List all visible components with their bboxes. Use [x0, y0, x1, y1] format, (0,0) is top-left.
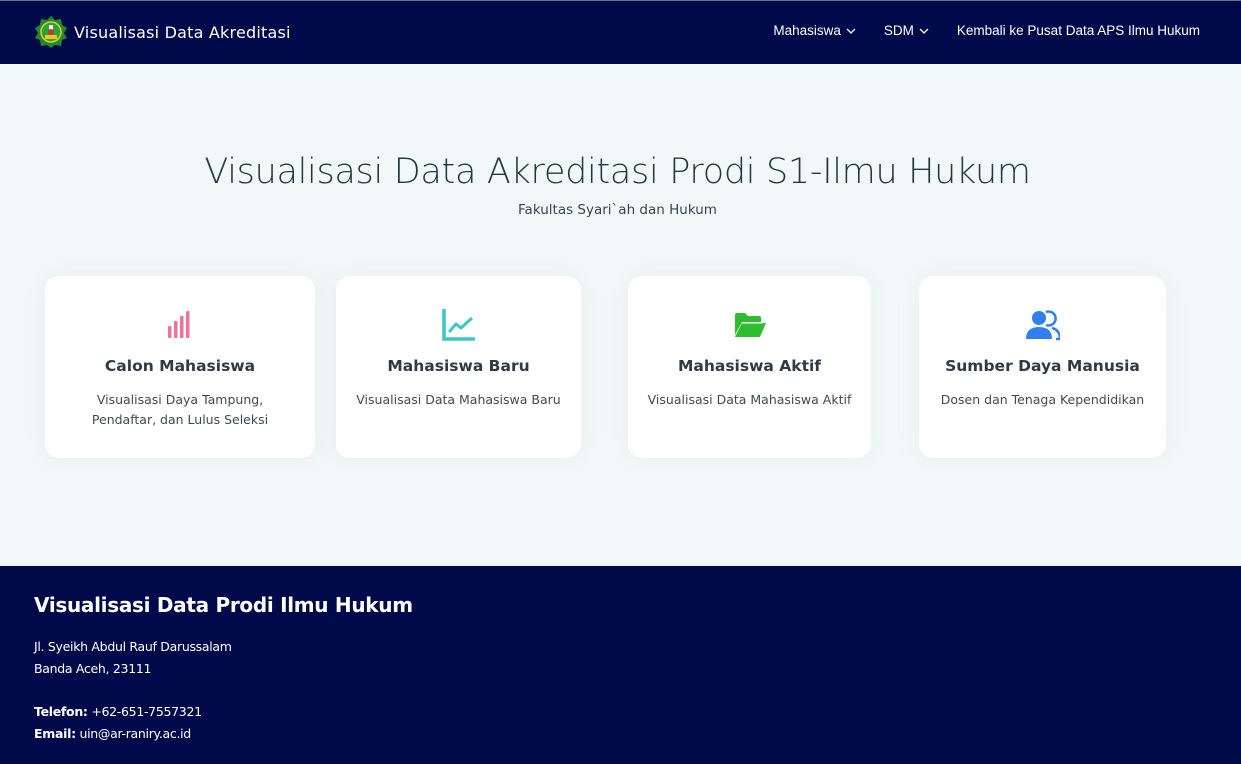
card-mahasiswa-aktif[interactable]: Mahasiswa Aktif Visualisasi Data Mahasis… [628, 276, 871, 458]
card-sumber-daya-manusia[interactable]: Sumber Daya Manusia Dosen dan Tenaga Kep… [919, 276, 1166, 458]
page-subtitle: Fakultas Syari`ah dan Hukum [518, 202, 717, 218]
footer-address-line1: Jl. Syeikh Abdul Rauf Darussalam [34, 639, 232, 654]
chevron-down-icon [846, 28, 856, 34]
nav-kembali-label: Kembali ke Pusat Data APS Ilmu Hukum [956, 23, 1200, 38]
nav-sdm-dropdown[interactable]: SDM [884, 23, 929, 38]
bar-chart-icon [168, 311, 190, 338]
footer-phone-value: +62-651-7557321 [91, 704, 202, 719]
card-title: Mahasiswa Aktif [677, 357, 822, 375]
brand-title: Visualisasi Data Akreditasi [74, 22, 291, 42]
card-description: Dosen dan Tenaga Kependidikan [940, 392, 1145, 407]
line-chart-icon [441, 309, 475, 341]
footer-email-label: Email: [34, 726, 76, 741]
footer-title: Visualisasi Data Prodi Ilmu Hukum [34, 593, 413, 617]
nav-kembali-link[interactable]: Kembali ke Pusat Data APS Ilmu Hukum [957, 23, 1200, 38]
footer-phone: Telefon: +62-651-7557321 [34, 704, 202, 719]
nav-mahasiswa-label: Mahasiswa [773, 23, 841, 38]
footer-phone-label: Telefon: [34, 704, 88, 719]
main-nav: Mahasiswa SDM Kembali ke Pusat Data APS … [773, 23, 1200, 38]
footer: Visualisasi Data Prodi Ilmu Hukum Jl. Sy… [0, 566, 1241, 764]
card-title: Mahasiswa Baru [387, 357, 530, 375]
card-description: Visualisasi Daya Tampung, Pendaftar, dan… [91, 392, 269, 427]
card-title: Calon Mahasiswa [104, 357, 256, 375]
navbar: Visualisasi Data Akreditasi Mahasiswa SD… [0, 0, 1241, 64]
folder-open-icon [734, 313, 766, 337]
footer-email-value[interactable]: uin@ar-raniry.ac.id [79, 726, 191, 741]
footer-email: Email: uin@ar-raniry.ac.id [34, 726, 191, 741]
card-description: Visualisasi Data Mahasiswa Baru [356, 392, 561, 407]
chevron-down-icon [919, 28, 929, 34]
people-icon [1025, 310, 1060, 341]
card-title: Sumber Daya Manusia [945, 357, 1140, 375]
card-calon-mahasiswa[interactable]: Calon Mahasiswa Visualisasi Daya Tampung… [45, 276, 315, 458]
card-mahasiswa-baru[interactable]: Mahasiswa Baru Visualisasi Data Mahasisw… [336, 276, 581, 458]
nav-sdm-label: SDM [883, 23, 914, 38]
page-title: Visualisasi Data Akreditasi Prodi S1-Ilm… [204, 152, 1031, 192]
brand-link[interactable]: Visualisasi Data Akreditasi [34, 15, 291, 49]
university-logo-icon [35, 16, 67, 48]
footer-address-line2: Banda Aceh, 23111 [34, 661, 152, 676]
card-description: Visualisasi Data Mahasiswa Aktif [647, 392, 852, 407]
nav-mahasiswa-dropdown[interactable]: Mahasiswa [773, 23, 856, 38]
